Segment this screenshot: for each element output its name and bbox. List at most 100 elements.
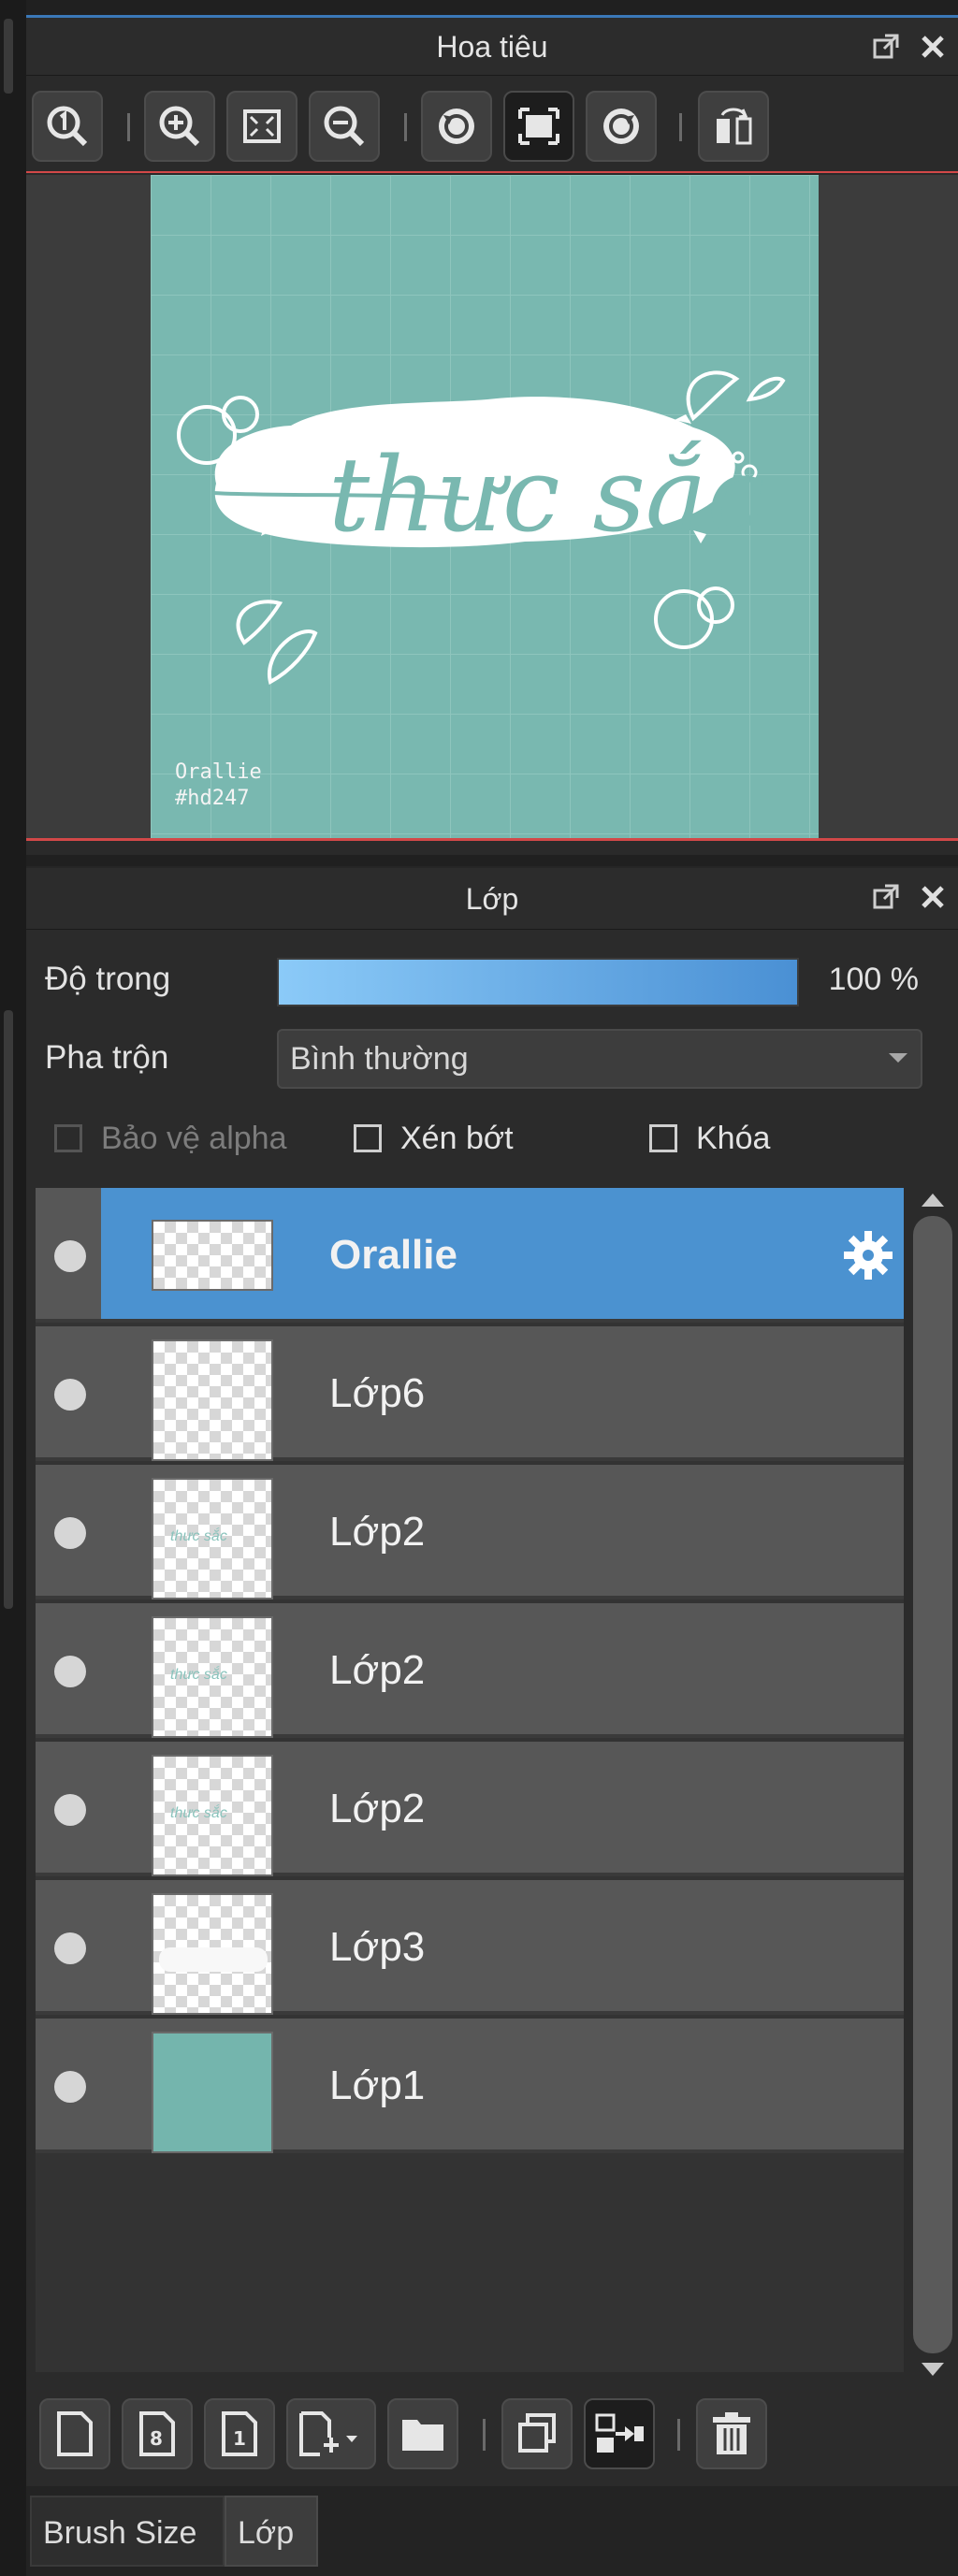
layer-name: Lớp1 — [329, 2062, 426, 2108]
toolbar-separator — [404, 113, 407, 141]
zoom-out-icon — [324, 106, 365, 147]
layer-panel-header: Lớp — [26, 868, 958, 930]
rotate-left-button[interactable] — [421, 91, 492, 162]
artwork-text: thưc sắc — [328, 435, 764, 555]
lock-checkbox[interactable]: Khóa — [649, 1106, 770, 1171]
layer-thumbnail — [152, 1220, 273, 1291]
scroll-up-icon[interactable] — [922, 1194, 944, 1207]
layer-thumbnail — [152, 2032, 273, 2153]
protect-alpha-checkbox[interactable]: Bảo vệ alpha — [54, 1106, 287, 1171]
visibility-toggle[interactable] — [54, 2071, 86, 2103]
layer-options: Bảo vệ alpha Xén bớt Khóa — [26, 1106, 958, 1171]
duplicate-layer-button[interactable] — [501, 2398, 573, 2469]
layer-thumbnail: thưc sắc — [152, 1478, 273, 1599]
canvas-preview[interactable]: thưc sắc Orallie #hd247 — [151, 175, 819, 838]
blend-row: Pha trộn Bình thường — [26, 1025, 958, 1091]
visibility-toggle[interactable] — [54, 1379, 86, 1411]
layer-panel: Lớp Độ trong 100 % Pha trộn Bình thường — [26, 866, 958, 2576]
zoom-out-button[interactable] — [309, 91, 380, 162]
layer-thumbnail — [152, 1893, 273, 2015]
new-1bit-layer-icon: 1 — [222, 2411, 257, 2456]
new-folder-button[interactable] — [387, 2398, 458, 2469]
visibility-toggle[interactable] — [54, 1794, 86, 1826]
scroll-thumb[interactable] — [913, 1216, 952, 2353]
delete-layer-icon — [713, 2412, 750, 2454]
toolbar-separator — [483, 2419, 486, 2451]
layer-row[interactable]: thưc sắc Lớp2 — [36, 1603, 904, 1738]
popout-icon[interactable] — [870, 31, 902, 63]
clipping-checkbox[interactable]: Xén bớt — [354, 1106, 514, 1171]
opacity-row: Độ trong 100 % — [26, 947, 958, 1012]
navigator-title: Hoa tiêu — [436, 30, 548, 64]
visibility-toggle[interactable] — [54, 1517, 86, 1549]
visibility-toggle[interactable] — [54, 1656, 86, 1687]
blend-mode-value: Bình thường — [290, 1041, 469, 1077]
thumbnail-text: thưc sắc — [170, 1667, 227, 1683]
new-layer-button[interactable] — [39, 2398, 110, 2469]
layer-row[interactable]: thưc sắc Lớp2 — [36, 1742, 904, 1876]
blend-mode-select[interactable]: Bình thường — [277, 1029, 922, 1089]
opacity-label: Độ trong — [45, 961, 171, 997]
edge-marker — [4, 19, 13, 94]
chevron-down-icon — [889, 1053, 907, 1063]
layer-scrollbar[interactable] — [909, 1186, 956, 2383]
svg-text:8: 8 — [150, 2427, 163, 2450]
zoom-in-icon — [159, 106, 200, 147]
blend-label: Pha trộn — [45, 1039, 169, 1076]
checkbox-icon — [54, 1124, 82, 1152]
new-1bit-layer-button[interactable]: 1 — [204, 2398, 275, 2469]
layer-row[interactable]: Orallie — [36, 1188, 904, 1323]
navigator-toolbar — [26, 76, 958, 173]
checkbox-icon — [354, 1124, 382, 1152]
edge-marker — [4, 1010, 13, 1609]
rotate-left-icon — [439, 109, 474, 144]
tab-layer[interactable]: Lớp — [225, 2496, 318, 2567]
navigator-header: Hoa tiêu — [26, 18, 958, 76]
zoom-actual-size-button[interactable] — [32, 91, 103, 162]
delete-layer-button[interactable] — [696, 2398, 767, 2469]
navigator-view[interactable]: thưc sắc Orallie #hd247 — [26, 175, 958, 841]
reset-view-button[interactable] — [503, 91, 574, 162]
artist-signature: Orallie #hd247 — [175, 760, 262, 812]
add-layer-menu-icon — [299, 2411, 357, 2456]
checkbox-icon — [649, 1124, 677, 1152]
layer-name: Lớp2 — [329, 1509, 426, 1555]
opacity-slider[interactable] — [277, 958, 799, 1006]
add-layer-menu-button[interactable] — [286, 2398, 376, 2469]
fit-screen-icon — [243, 109, 281, 143]
close-icon[interactable] — [917, 881, 949, 913]
fit-to-screen-button[interactable] — [226, 91, 298, 162]
close-icon[interactable] — [917, 31, 949, 63]
layer-row[interactable]: Lớp3 — [36, 1880, 904, 2015]
reset-view-icon — [518, 108, 559, 145]
left-edge-strip — [0, 0, 26, 2576]
scroll-down-icon[interactable] — [922, 2363, 944, 2376]
layer-row[interactable]: Lớp1 — [36, 2019, 904, 2153]
rotate-right-button[interactable] — [586, 91, 657, 162]
flip-icon — [717, 108, 752, 145]
layer-name: Lớp2 — [329, 1647, 426, 1693]
layer-panel-title: Lớp — [465, 882, 519, 916]
signature-line-1: Orallie — [175, 760, 262, 784]
layer-row[interactable]: Lớp6 — [36, 1326, 904, 1461]
panel-tabs: Brush Size Lớp — [26, 2486, 958, 2576]
gear-icon[interactable] — [842, 1229, 894, 1281]
rotate-right-icon — [603, 109, 639, 144]
layer-list: Orallie Lớp6 thưc sắc Lớp2 thưc sắc Lớp2… — [36, 1188, 904, 2372]
merge-down-button[interactable] — [584, 2398, 655, 2469]
new-8bit-layer-button[interactable]: 8 — [122, 2398, 193, 2469]
toolbar-separator — [677, 2419, 680, 2451]
layer-row[interactable]: thưc sắc Lớp2 — [36, 1465, 904, 1599]
thumbnail-shape — [159, 1947, 268, 1972]
zoom-in-button[interactable] — [144, 91, 215, 162]
visibility-toggle[interactable] — [54, 1240, 86, 1272]
merge-down-icon — [595, 2413, 644, 2453]
clipping-label: Xén bớt — [400, 1120, 514, 1156]
folder-icon — [402, 2420, 443, 2451]
new-8bit-layer-icon: 8 — [139, 2411, 175, 2456]
thumbnail-text: thưc sắc — [170, 1805, 227, 1821]
visibility-toggle[interactable] — [54, 1932, 86, 1964]
popout-icon[interactable] — [870, 881, 902, 913]
tab-brush-size[interactable]: Brush Size — [30, 2496, 225, 2567]
flip-horizontal-button[interactable] — [698, 91, 769, 162]
